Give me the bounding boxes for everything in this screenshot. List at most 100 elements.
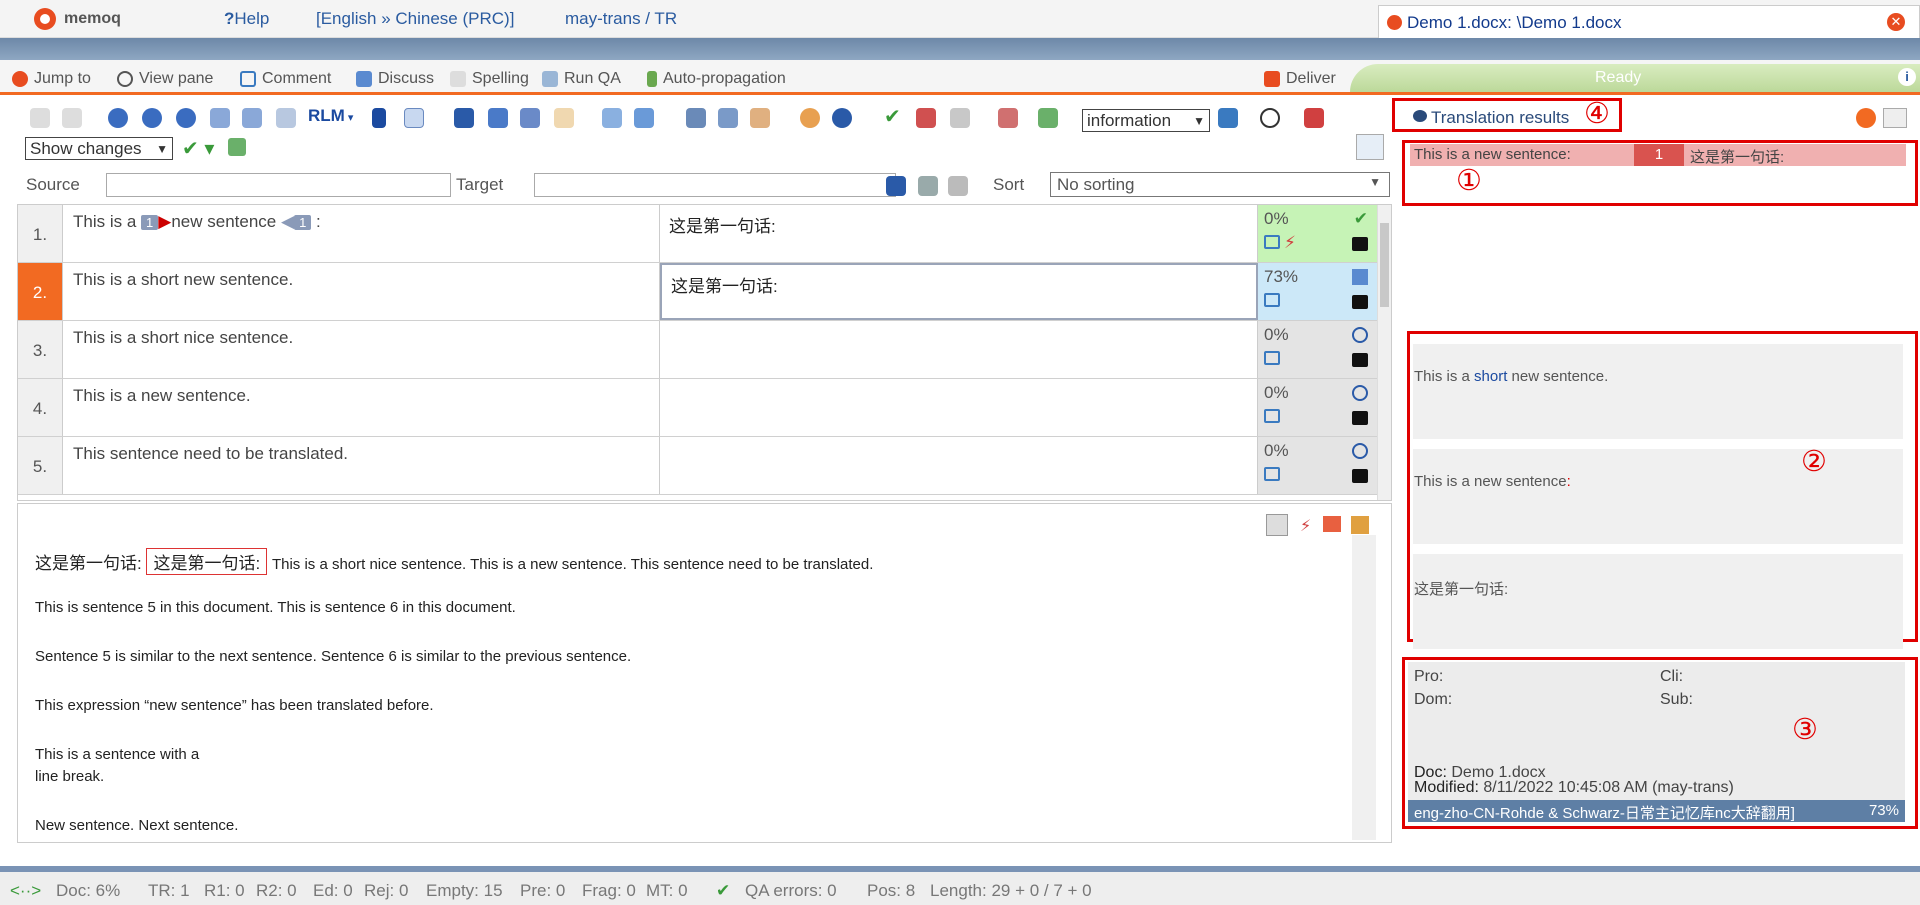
tag-icon[interactable] [454,108,474,128]
tm-name: eng-zho-CN-Rohde & Schwarz-日常主记忆库nc大辞翻用] [1414,805,1795,822]
result-item-1[interactable]: This is a new sentence: 1 这是第一句话: [1410,144,1906,166]
deliver-button[interactable]: Deliver [1264,70,1336,88]
target-filter-input[interactable] [534,173,896,197]
jump-to-label: Jump to [34,70,91,87]
tools-icon[interactable] [1304,108,1324,128]
lock-icon[interactable] [950,108,970,128]
insert-tag-icon[interactable] [520,108,540,128]
show-changes-select[interactable]: Show changes ▼ [25,137,173,160]
filter-toggle-icon[interactable] [1356,134,1384,160]
discussion-icon[interactable] [1352,411,1368,425]
edit-term-icon[interactable] [634,108,654,128]
funnel-icon[interactable] [918,176,938,196]
search-icon[interactable] [1260,108,1280,128]
table-row[interactable]: 5. This sentence need to be translated. … [18,437,1378,495]
reject-icon[interactable] [916,108,936,128]
source-cell[interactable]: This is a new sentence. [63,379,660,436]
concordance-icon[interactable] [998,108,1018,128]
confirm-check-icon[interactable]: ✔ [884,104,904,128]
source-text: This is a short nice sentence. [73,328,294,347]
open-tag[interactable]: 1 [141,215,159,230]
discussion-icon[interactable] [1352,295,1368,309]
brace-tag-icon[interactable] [488,108,508,128]
comment-icon[interactable] [1264,235,1280,249]
source-filter-input[interactable] [106,173,451,197]
tag-display-select[interactable]: information ▼ [1082,109,1210,132]
run-qa-button[interactable]: Run QA [542,70,621,88]
clear-tags-icon[interactable] [554,108,574,128]
comment-button[interactable]: Comment [240,70,331,88]
memoq-logo[interactable]: memoq [34,8,121,30]
comment-icon[interactable] [1264,293,1280,307]
jump-to-button[interactable]: Jump to [12,70,91,88]
superscript-icon[interactable] [210,108,230,128]
view-pane-button[interactable]: View pane [117,70,213,88]
sort-select[interactable]: No sorting ▼ [1050,172,1390,197]
auto-propagation-button[interactable]: Auto-propagation [647,70,786,88]
discuss-button[interactable]: Discuss [356,70,434,88]
close-icon[interactable]: ✕ [1887,13,1905,31]
help-link[interactable]: ?Help [224,9,269,29]
split-icon[interactable] [832,108,852,128]
font-filter-icon[interactable] [886,176,906,196]
comment-icon[interactable] [1264,409,1280,423]
redo-icon[interactable] [62,108,82,128]
copy-all-icon[interactable] [718,108,738,128]
source-cell[interactable]: This is a short nice sentence. [63,321,660,378]
discussion-icon[interactable] [1352,469,1368,483]
table-row[interactable]: 3. This is a short nice sentence. 0% [18,321,1378,379]
preview-comment-icon[interactable] [1323,516,1341,532]
language-pair[interactable]: [English » Chinese (PRC)] [316,9,514,29]
comment-icon[interactable] [1264,351,1280,365]
underline-icon[interactable] [176,108,196,128]
table-row[interactable]: 2. This is a short new sentence. 这是第一句话:… [18,263,1378,321]
insert-result-icon[interactable] [1883,108,1907,128]
target-cell[interactable] [660,437,1258,494]
preview-scrollbar[interactable] [1352,535,1376,840]
copy-source-icon[interactable] [686,108,706,128]
insert-term-icon[interactable] [602,108,622,128]
source-cell[interactable]: This sentence need to be translated. [63,437,660,494]
document-tab[interactable]: Demo 1.docx: \Demo 1.docx ✕ [1378,5,1920,38]
source-cell[interactable]: This is a 1 ▶new sentence ◀ 1 : [63,205,660,262]
clear-target-icon[interactable] [750,108,770,128]
font-case-icon[interactable] [276,108,296,128]
preview-eye-icon[interactable] [1266,514,1288,536]
bold-icon[interactable] [108,108,128,128]
target-cell[interactable] [660,379,1258,436]
undo-icon[interactable] [30,108,50,128]
lightning-icon[interactable]: ⚡ [1300,516,1311,536]
source-cell[interactable]: This is a short new sentence. [63,263,660,320]
spelling-button[interactable]: Spelling [450,70,529,88]
rlm-dropdown[interactable]: RLM ▾ [308,106,353,126]
target-cell[interactable] [660,321,1258,378]
subscript-icon[interactable] [242,108,262,128]
propagate-icon[interactable] [228,138,246,156]
result-item-3[interactable]: This is a new sentence: [1413,449,1903,544]
comment-icon[interactable] [1264,467,1280,481]
table-row[interactable]: 1. This is a 1 ▶new sentence ◀ 1 : 这是第一句话:… [18,205,1378,263]
pen-icon[interactable] [1218,108,1238,128]
pilcrow-icon[interactable] [372,108,386,128]
target-cell-active[interactable]: 这是第一句话: [660,263,1258,320]
preview-paragraph: This is sentence 5 in this document. Thi… [35,599,516,616]
refresh-icon[interactable] [1856,108,1876,128]
grid-scrollbar[interactable] [1377,205,1391,500]
discussion-icon[interactable] [1352,237,1368,251]
result-item-2[interactable]: This is a short new sentence. [1413,344,1903,439]
close-tag[interactable]: 1 [294,215,312,230]
info-icon[interactable]: i [1898,68,1916,86]
target-cell[interactable]: 这是第一句话: [660,205,1258,262]
clear-filter-icon[interactable] [948,176,968,196]
quote-icon[interactable] [404,108,424,128]
scroll-thumb[interactable] [1380,223,1389,307]
preview-settings-icon[interactable] [1351,516,1369,534]
italic-icon[interactable] [142,108,162,128]
discussion-icon[interactable] [1352,353,1368,367]
result-item-4[interactable]: 这是第一句话: [1413,554,1903,649]
project-link[interactable]: may-trans / TR [565,9,677,29]
table-row[interactable]: 4. This is a new sentence. 0% [18,379,1378,437]
join-icon[interactable] [800,108,820,128]
confirm-check-icon[interactable]: ✔ ▾ [182,136,214,161]
add-marker-icon[interactable] [1038,108,1058,128]
